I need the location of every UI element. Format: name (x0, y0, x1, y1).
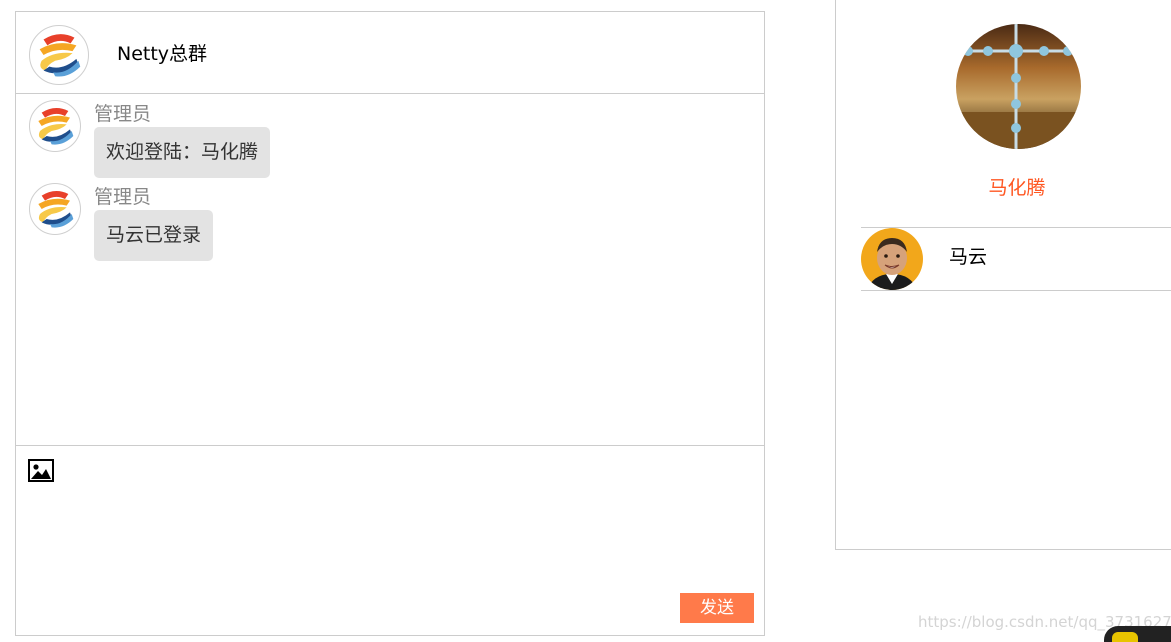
online-user-list: 马云 (861, 227, 1171, 291)
chat-header: Netty总群 (16, 12, 764, 94)
user-panel: 马化腾 马云 (835, 0, 1171, 550)
sender-avatar (29, 100, 81, 152)
corner-badge-icon (1104, 626, 1171, 642)
composer: 发送 (16, 446, 764, 636)
message-bubble: 马云已登录 (94, 210, 214, 261)
message-input[interactable] (28, 491, 752, 590)
message-sender: 管理员 (94, 186, 152, 208)
profile-picture-icon (956, 24, 1081, 149)
send-button[interactable]: 发送 (680, 593, 754, 623)
message-bubble: 欢迎登陆：马化腾 (94, 127, 271, 178)
my-name: 马化腾 (988, 177, 1046, 199)
group-name: Netty总群 (117, 43, 208, 65)
group-logo-icon (39, 34, 81, 77)
message-list: 管理员 欢迎登陆：马化腾 管理员 马云已登录 (16, 94, 764, 446)
online-user-name: 马云 (949, 246, 988, 268)
group-avatar (29, 25, 89, 85)
message-sender: 管理员 (94, 103, 152, 125)
person-photo-icon (861, 228, 923, 290)
sender-avatar (29, 183, 81, 235)
image-upload-button[interactable] (28, 459, 54, 483)
admin-logo-icon (38, 108, 74, 145)
online-user-item[interactable]: 马云 (861, 228, 1171, 291)
chat-panel: Netty总群 管理员 欢迎登陆：马化腾 管理员 马云已登录 发送 (15, 11, 765, 636)
my-avatar (956, 24, 1081, 149)
user-avatar (861, 228, 923, 290)
admin-logo-icon (38, 191, 74, 228)
image-icon (28, 459, 54, 482)
